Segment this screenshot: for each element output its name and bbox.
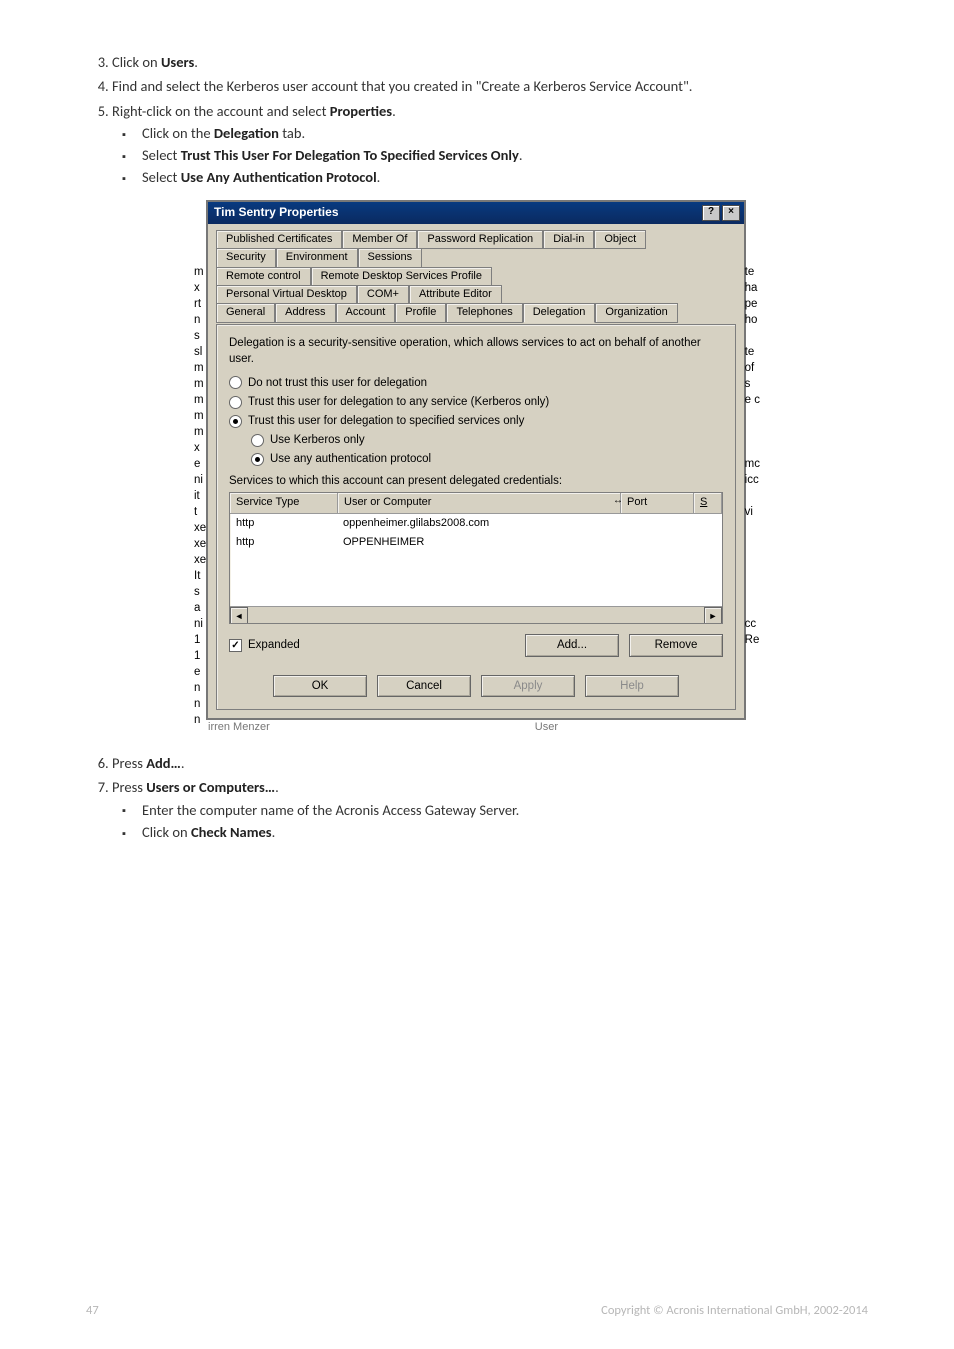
step5-text: Right-click on the account and select xyxy=(112,102,330,120)
tab-delegation[interactable]: Delegation xyxy=(523,303,596,322)
step7-bullet-2: Click on Check Names. xyxy=(142,822,868,842)
tab-account[interactable]: Account xyxy=(336,303,396,322)
table-row[interactable]: httpOPPENHEIMER xyxy=(230,533,722,552)
checkbox-icon xyxy=(229,639,242,652)
radio-any-service[interactable]: Trust this user for delegation to any se… xyxy=(229,394,723,410)
col-user-computer[interactable]: User or Computer xyxy=(338,493,621,512)
radio-icon xyxy=(229,396,242,409)
step4-text: Find and select the Kerberos user accoun… xyxy=(112,77,692,95)
services-listview[interactable]: Service Type User or Computer ↔ Port S h… xyxy=(229,492,723,624)
add-button[interactable]: Add... xyxy=(525,634,619,656)
status-right: User xyxy=(535,720,558,735)
apply-button[interactable]: Apply xyxy=(481,675,575,697)
page-number: 47 xyxy=(86,1302,99,1320)
radio-icon xyxy=(229,376,242,389)
close-icon[interactable]: × xyxy=(722,205,740,221)
step7-bullet-1: Enter the computer name of the Acronis A… xyxy=(142,800,868,820)
tab-attribute-editor[interactable]: Attribute Editor xyxy=(409,285,502,304)
right-clipped-letters: te ha pe ho te of s e c mc icc vi cc Re xyxy=(745,264,760,648)
tab-environment[interactable]: Environment xyxy=(276,248,358,267)
radio-icon xyxy=(229,415,242,428)
tab-security[interactable]: Security xyxy=(216,248,276,267)
tab-sessions[interactable]: Sessions xyxy=(358,248,423,267)
expanded-checkbox[interactable]: Expanded xyxy=(229,637,300,653)
step3-tail: . xyxy=(194,53,198,71)
radio-kerberos-only[interactable]: Use Kerberos only xyxy=(251,432,723,448)
step-6: Press Add…. xyxy=(112,753,868,773)
tab-member-of[interactable]: Member Of xyxy=(342,230,417,249)
tab-rows: Published CertificatesMember OfPassword … xyxy=(216,230,736,323)
tab-address[interactable]: Address xyxy=(275,303,335,322)
col-service-type[interactable]: Service Type xyxy=(230,493,338,512)
step-3: Click on Users. xyxy=(112,52,868,72)
step3-text: Click on xyxy=(112,53,161,71)
resize-cursor-icon: ↔ xyxy=(613,494,623,508)
col-port[interactable]: ↔ Port xyxy=(621,493,694,512)
ok-button[interactable]: OK xyxy=(273,675,367,697)
left-clipped-letters: m x rt n s sl m m m m m x e ni it t xe x… xyxy=(194,264,206,728)
step5-bold: Properties xyxy=(330,102,392,120)
scroll-right-icon[interactable]: ► xyxy=(704,607,722,624)
step5-bullet-1: Click on the Delegation tab. xyxy=(142,123,868,143)
step5-bullet-2: Select Trust This User For Delegation To… xyxy=(142,145,868,165)
radio-any-auth[interactable]: Use any authentication protocol xyxy=(251,451,723,467)
tab-general[interactable]: General xyxy=(216,303,275,322)
step-4: Find and select the Kerberos user accoun… xyxy=(112,76,868,96)
radio-icon xyxy=(251,453,264,466)
radio-icon xyxy=(251,434,264,447)
tab-profile[interactable]: Profile xyxy=(395,303,446,322)
copyright: Copyright © Acronis International GmbH, … xyxy=(601,1302,868,1320)
cancel-button[interactable]: Cancel xyxy=(377,675,471,697)
tab-password-replication[interactable]: Password Replication xyxy=(417,230,543,249)
table-row[interactable]: httpoppenheimer.glilabs2008.com xyxy=(230,514,722,533)
tab-delegation-page: Delegation is a security-sensitive opera… xyxy=(216,324,736,710)
tab-remote-control[interactable]: Remote control xyxy=(216,267,311,286)
col-last[interactable]: S xyxy=(694,493,722,512)
services-label: Services to which this account can prese… xyxy=(229,473,723,489)
step5-tail: . xyxy=(392,102,396,120)
remove-button[interactable]: Remove xyxy=(629,634,723,656)
status-left: irren Menzer xyxy=(208,720,270,735)
step-7: Press Users or Computers…. Enter the com… xyxy=(112,777,868,842)
radio-specified-services[interactable]: Trust this user for delegation to specif… xyxy=(229,413,723,429)
step5-bullet-3: Select Use Any Authentication Protocol. xyxy=(142,167,868,187)
step-5: Right-click on the account and select Pr… xyxy=(112,101,868,188)
radio-no-trust[interactable]: Do not trust this user for delegation xyxy=(229,375,723,391)
dialog-titlebar[interactable]: Tim Sentry Properties ? × xyxy=(208,202,744,224)
tab-object[interactable]: Object xyxy=(594,230,646,249)
tab-personal-virtual-desktop[interactable]: Personal Virtual Desktop xyxy=(216,285,357,304)
scroll-left-icon[interactable]: ◄ xyxy=(230,607,248,624)
list-hscrollbar[interactable]: ◄ ► xyxy=(230,606,722,623)
properties-dialog-figure: m x rt n s sl m m m m m x e ni it t xe x… xyxy=(206,200,746,735)
tab-organization[interactable]: Organization xyxy=(595,303,677,322)
tab-remote-desktop-services-profile[interactable]: Remote Desktop Services Profile xyxy=(311,267,492,286)
dialog-title: Tim Sentry Properties xyxy=(214,204,339,221)
tab-published-certificates[interactable]: Published Certificates xyxy=(216,230,342,249)
tab-com-[interactable]: COM+ xyxy=(357,285,409,304)
help-button[interactable]: Help xyxy=(585,675,679,697)
delegation-intro: Delegation is a security-sensitive opera… xyxy=(229,335,723,367)
tab-dial-in[interactable]: Dial-in xyxy=(543,230,594,249)
help-icon[interactable]: ? xyxy=(702,205,720,221)
tab-telephones[interactable]: Telephones xyxy=(446,303,522,322)
step3-bold: Users xyxy=(161,53,194,71)
